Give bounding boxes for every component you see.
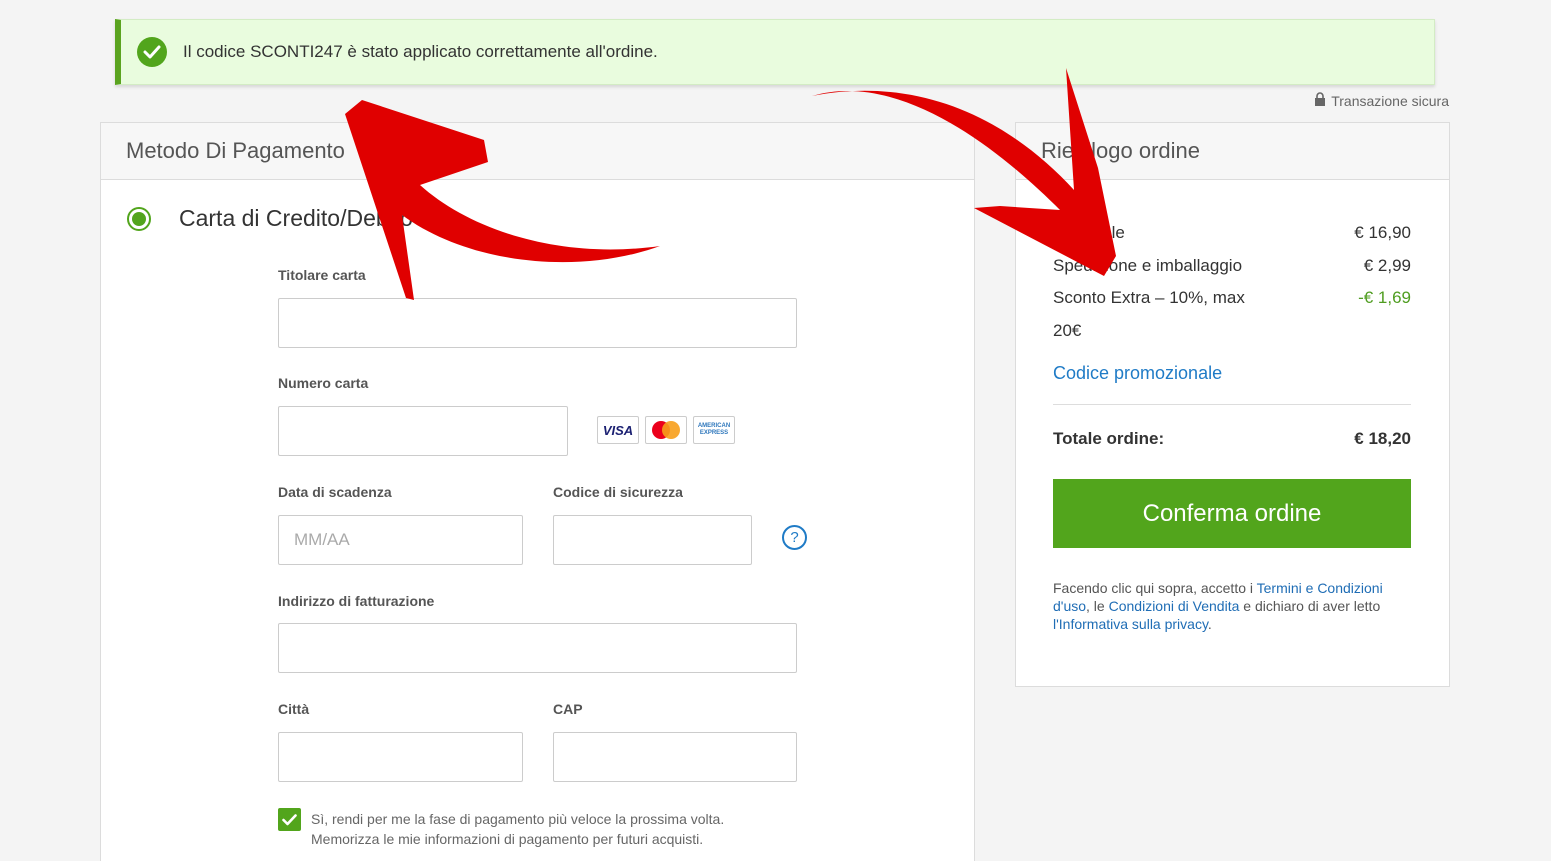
holder-label: Titolare carta (278, 267, 366, 283)
secure-label: Transazione sicura (1331, 92, 1449, 109)
summary-divider (1053, 404, 1411, 405)
visa-icon: VISA (597, 416, 639, 444)
cvv-label: Codice di sicurezza (553, 484, 683, 500)
mastercard-icon (645, 416, 687, 444)
order-summary-panel: Riepilogo ordine Subtotale € 16,90 Spediz… (1015, 122, 1450, 687)
city-input[interactable] (278, 732, 523, 782)
summary-row-subtotal: Subtotale € 16,90 (1053, 223, 1411, 242)
payment-title: Metodo Di Pagamento (101, 123, 974, 180)
holder-input[interactable] (278, 298, 797, 348)
payment-panel: Metodo Di Pagamento Carta di Credito/Deb… (100, 122, 975, 861)
zip-input[interactable] (553, 732, 797, 782)
privacy-link[interactable]: l'Informativa sulla privacy (1053, 616, 1208, 632)
amex-icon: AMERICAN EXPRESS (693, 416, 735, 444)
order-total: Totale ordine: € 18,20 (1053, 429, 1411, 448)
confirm-order-button[interactable]: Conferma ordine (1053, 479, 1411, 548)
success-alert: Il codice SCONTI247 è stato applicato co… (115, 19, 1435, 85)
alert-message: Il codice SCONTI247 è stato applicato co… (183, 42, 658, 61)
secure-transaction: Transazione sicura (1314, 92, 1449, 109)
help-icon[interactable]: ? (782, 525, 807, 550)
address-input[interactable] (278, 623, 797, 673)
address-label: Indirizzo di fatturazione (278, 593, 435, 609)
remember-text: Sì, rendi per me la fase di pagamento pi… (311, 811, 725, 847)
summary-row-shipping: Spedizione e imballaggio € 2,99 (1053, 256, 1411, 275)
method-label: Carta di Credito/Debito (179, 205, 413, 231)
remember-checkbox[interactable] (278, 808, 301, 831)
card-logos: VISA AMERICAN EXPRESS (597, 416, 735, 444)
lock-icon (1314, 92, 1326, 109)
summary-row-discount: Sconto Extra – 10%, max 20€ -€ 1,69 (1053, 288, 1411, 340)
cvv-input[interactable] (553, 515, 752, 565)
promo-code-link[interactable]: Codice promozionale (1053, 363, 1222, 384)
check-circle-icon (137, 37, 167, 67)
number-label: Numero carta (278, 375, 369, 391)
sale-conditions-link[interactable]: Condizioni di Vendita (1109, 598, 1240, 614)
payment-method-card[interactable]: Carta di Credito/Debito (127, 205, 413, 232)
card-number-input[interactable] (278, 406, 568, 456)
city-label: Città (278, 701, 310, 717)
zip-label: CAP (553, 701, 583, 717)
expiry-label: Data di scadenza (278, 484, 392, 500)
legal-text: Facendo clic qui sopra, accetto i Termin… (1053, 580, 1383, 632)
summary-title: Riepilogo ordine (1016, 123, 1449, 180)
method-radio[interactable] (127, 206, 151, 231)
expiry-input[interactable] (278, 515, 523, 565)
